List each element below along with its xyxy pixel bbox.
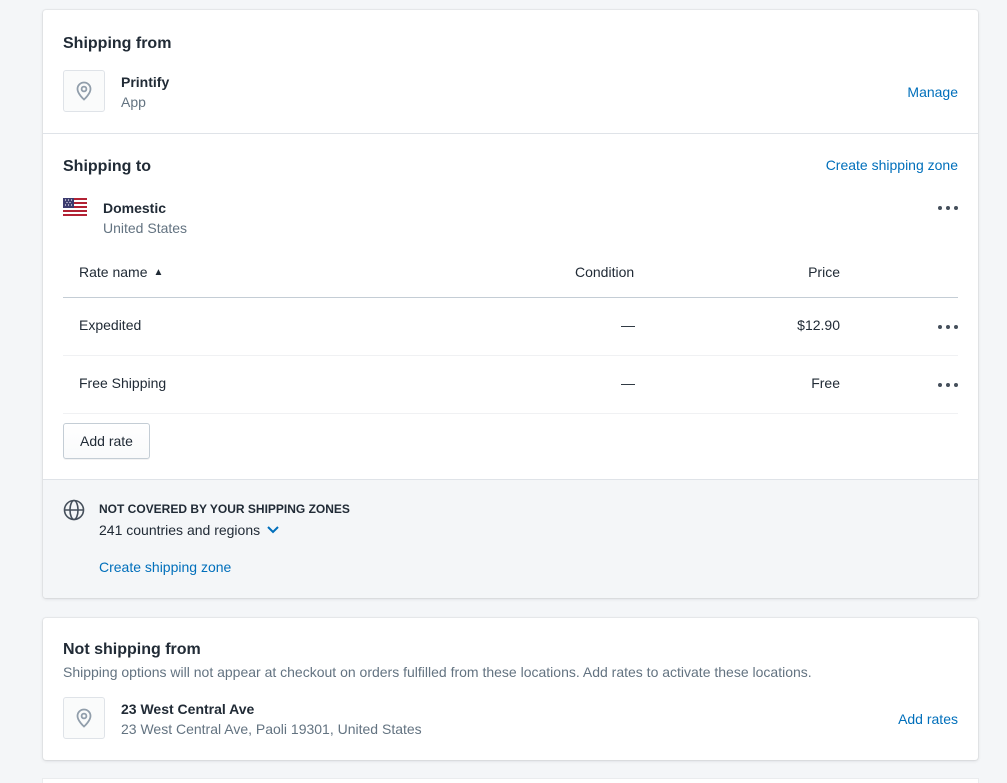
- sort-ascending-icon: ▲: [153, 266, 164, 278]
- rate-name-cell: Expedited: [79, 317, 142, 333]
- manage-link[interactable]: Manage: [907, 84, 958, 100]
- location-pin-icon: [63, 70, 105, 112]
- add-rates-link[interactable]: Add rates: [898, 711, 958, 727]
- not-shipping-from-description: Shipping options will not appear at chec…: [63, 664, 812, 680]
- rate-more-actions-icon[interactable]: [938, 379, 958, 391]
- shipping-from-heading: Shipping from: [63, 35, 172, 52]
- zone-name: Domestic: [103, 200, 167, 216]
- zone-more-actions-icon[interactable]: [938, 202, 958, 214]
- chevron-down-icon: [266, 522, 280, 538]
- not-covered-panel: NOT COVERED BY YOUR SHIPPING ZONES 241 c…: [43, 479, 978, 598]
- rate-name-header-label: Rate name: [79, 264, 148, 280]
- not-covered-summary: 241 countries and regions: [99, 522, 261, 538]
- table-row: Free Shipping — Free: [63, 356, 958, 413]
- add-rate-button[interactable]: Add rate: [63, 423, 150, 459]
- us-flag-icon: [63, 198, 87, 219]
- not-shipping-from-card: Not shipping from Shipping options will …: [43, 618, 978, 760]
- globe-icon: [63, 499, 85, 524]
- table-row: Expedited — $12.90: [63, 298, 958, 355]
- price-column-header: Price: [808, 264, 840, 280]
- inactive-location-name: 23 West Central Ave: [121, 701, 255, 717]
- price-cell: Free: [811, 375, 840, 391]
- row-divider: [63, 413, 958, 414]
- not-shipping-from-heading: Not shipping from: [63, 641, 201, 658]
- zone-countries: United States: [103, 220, 188, 236]
- not-covered-heading: NOT COVERED BY YOUR SHIPPING ZONES: [99, 502, 350, 516]
- create-shipping-zone-link[interactable]: Create shipping zone: [99, 559, 231, 575]
- price-cell: $12.90: [797, 317, 840, 333]
- origin-location-name: Printify: [121, 74, 170, 90]
- origin-location-type: App: [121, 94, 146, 110]
- condition-cell: —: [621, 375, 635, 391]
- location-pin-icon: [63, 697, 105, 739]
- shipping-profile-card: Shipping from Printify App Manage Shippi…: [43, 10, 978, 598]
- condition-column-header: Condition: [575, 264, 635, 280]
- shipping-to-heading: Shipping to: [63, 158, 151, 175]
- section-divider: [43, 133, 978, 134]
- condition-cell: —: [621, 317, 635, 333]
- rate-name-column-header[interactable]: Rate name ▲: [79, 264, 163, 280]
- next-card-edge: [43, 779, 978, 783]
- rate-more-actions-icon[interactable]: [938, 321, 958, 333]
- create-shipping-zone-link[interactable]: Create shipping zone: [826, 157, 958, 173]
- countries-disclosure[interactable]: 241 countries and regions: [99, 522, 280, 538]
- inactive-location-address: 23 West Central Ave, Paoli 19301, United…: [121, 721, 422, 737]
- rate-name-cell: Free Shipping: [79, 375, 167, 391]
